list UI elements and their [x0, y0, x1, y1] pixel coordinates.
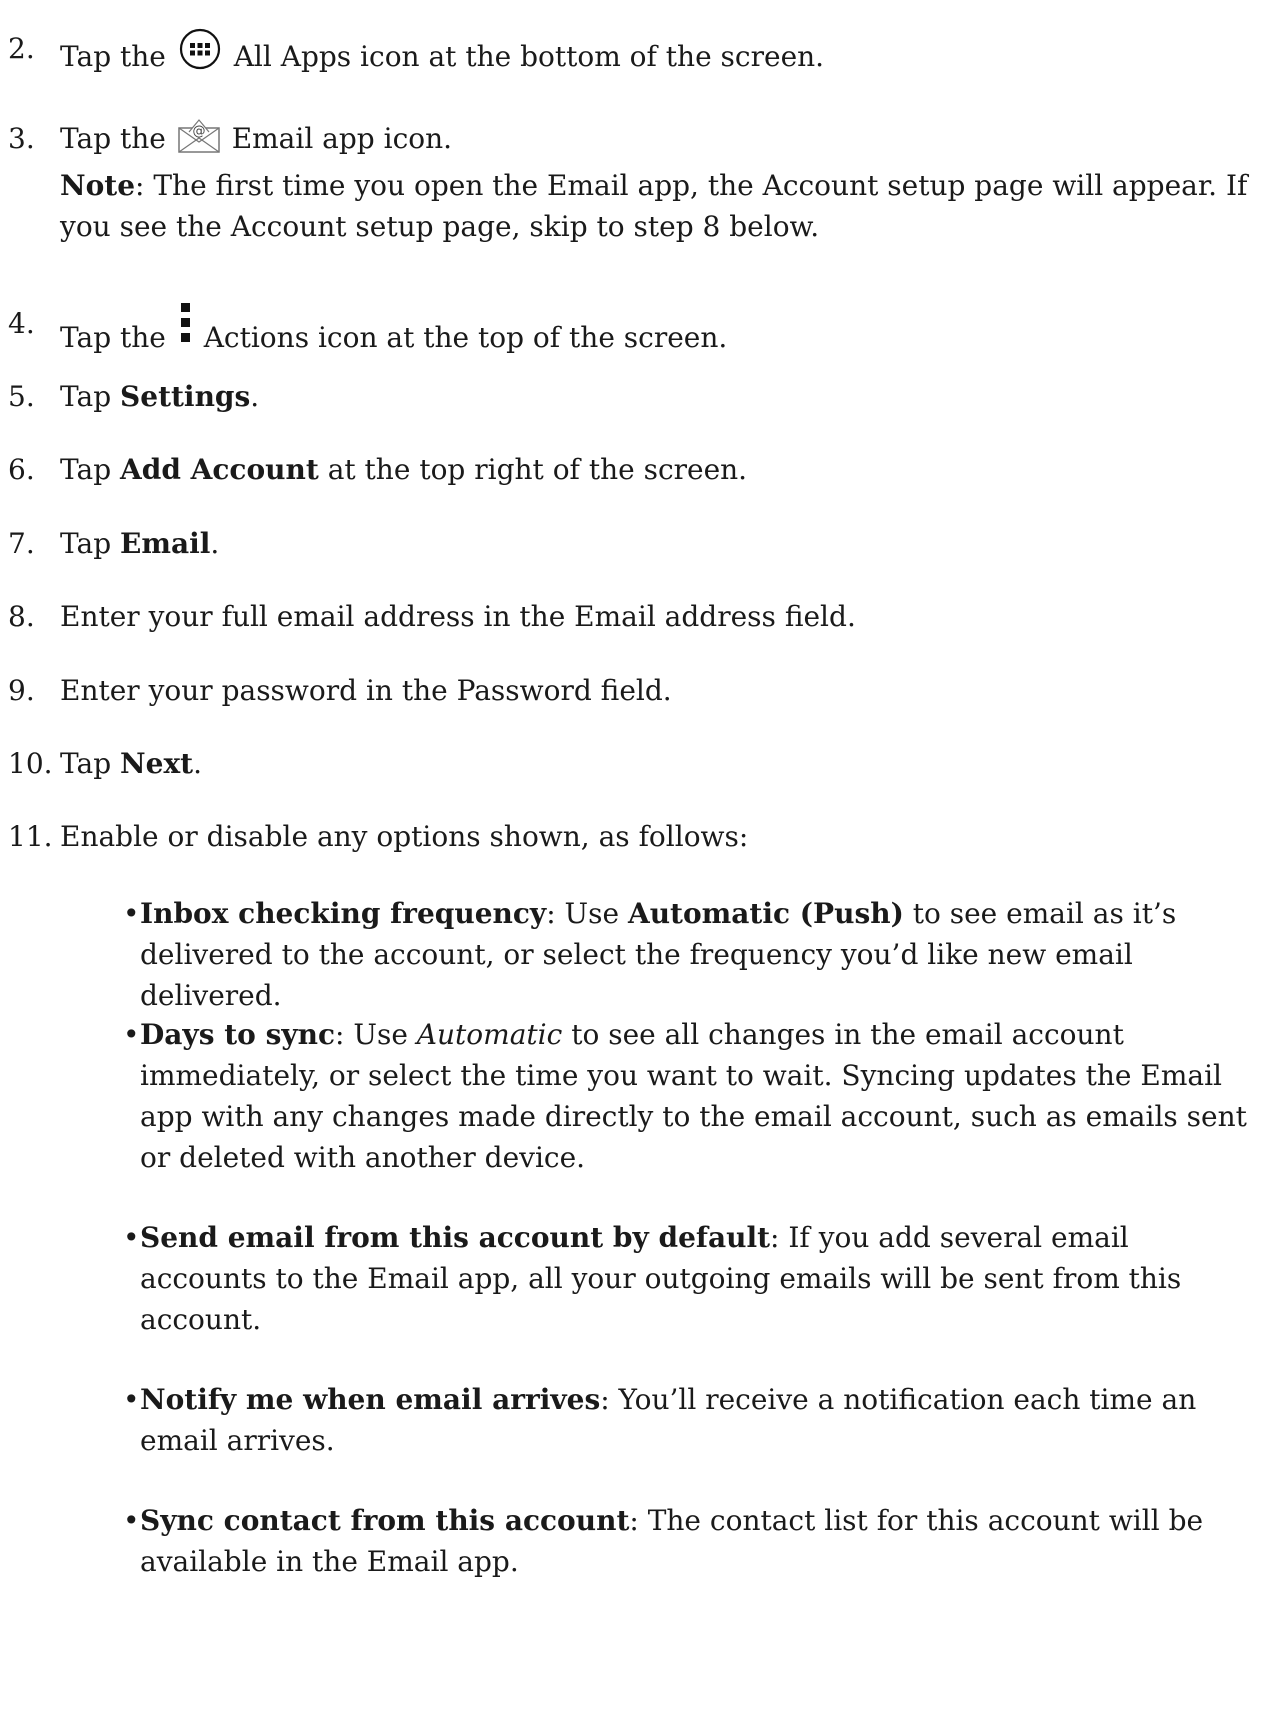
step-text: Enable or disable any options shown, as …	[60, 820, 749, 853]
bullet: •	[123, 1018, 140, 1051]
step-text: .	[193, 747, 202, 780]
step-number: 6.	[8, 453, 35, 486]
option-title: Notify me when email arrives	[140, 1383, 601, 1416]
step-bold: Email	[120, 527, 211, 560]
note-label: Note	[60, 169, 136, 202]
step-text: .	[250, 380, 260, 413]
option-italic: Automatic	[416, 1018, 563, 1051]
step-text: Tap	[60, 747, 121, 780]
step-number: 3.	[8, 122, 35, 155]
step-text: Email app icon.	[231, 122, 453, 155]
option-text: : Use	[546, 897, 628, 930]
step-number: 11.	[8, 820, 53, 853]
step-number: 5.	[8, 380, 35, 413]
actions-icon	[180, 303, 191, 362]
step-number: 9.	[8, 674, 35, 707]
step-text: Tap the	[60, 40, 166, 73]
step-text: Tap the	[60, 122, 166, 155]
step-text: All Apps icon at the bottom of the scree…	[233, 40, 825, 73]
step-text: at the top right of the screen.	[318, 453, 748, 486]
step-number: 2.	[8, 32, 35, 65]
note: Note: The first time you open the Email …	[60, 165, 1258, 247]
step-number: 8.	[8, 600, 35, 633]
step-text: Tap	[60, 527, 121, 560]
option-title: Send email from this account by default	[140, 1221, 771, 1254]
bullet: •	[123, 1504, 140, 1537]
email-app-icon: @	[177, 118, 221, 165]
all-apps-icon	[179, 28, 221, 81]
step-text: Actions icon at the top of the screen.	[203, 321, 728, 354]
bullet: •	[123, 1221, 140, 1254]
step-text: Tap the	[60, 321, 166, 354]
step-text: .	[210, 527, 220, 560]
step-number: 7.	[8, 527, 35, 560]
step-bold: Settings	[120, 380, 251, 413]
option-title: Inbox checking frequency	[140, 897, 547, 930]
step-bold: Next	[120, 747, 194, 780]
note-text: : The first time you open the Email app,…	[60, 169, 1248, 243]
step-number: 4.	[8, 307, 35, 340]
bullet: •	[123, 897, 140, 930]
bullet: •	[123, 1383, 140, 1416]
step-text: Enter your full email address in the Ema…	[60, 600, 856, 633]
step-text: Tap	[60, 380, 121, 413]
option-title: Sync contact from this account	[140, 1504, 630, 1537]
step-number: 10.	[8, 747, 53, 780]
step-text: Enter your password in the Password fiel…	[60, 674, 672, 707]
step-text: Tap	[60, 453, 121, 486]
option-bold: Automatic (Push)	[627, 897, 904, 930]
step-bold: Add Account	[120, 453, 319, 486]
option-title: Days to sync	[140, 1018, 336, 1051]
svg-text:@: @	[192, 124, 205, 139]
option-text: : Use	[335, 1018, 417, 1051]
